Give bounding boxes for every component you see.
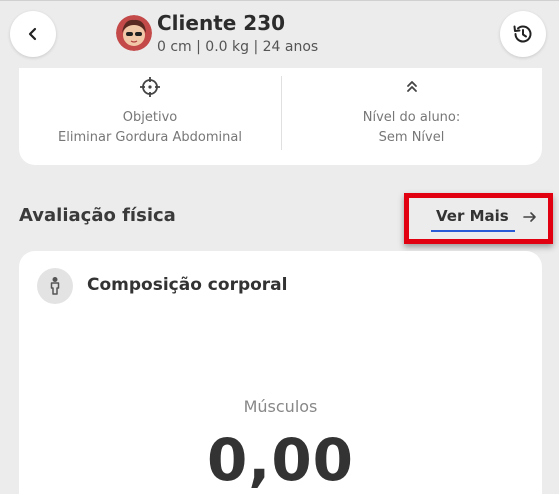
back-button[interactable] bbox=[10, 11, 56, 57]
person-icon bbox=[50, 277, 60, 295]
objective-label: Objetivo bbox=[122, 110, 178, 125]
client-info-card: Objetivo Eliminar Gordura Abdominal Níve… bbox=[19, 68, 542, 165]
objective-info: Objetivo Eliminar Gordura Abdominal bbox=[19, 68, 281, 165]
history-button[interactable] bbox=[500, 11, 546, 57]
composition-title: Composição corporal bbox=[87, 275, 288, 295]
level-value: Sem Nível bbox=[378, 130, 445, 145]
app-header: Cliente 230 0 cm | 0.0 kg | 24 anos bbox=[0, 0, 559, 68]
metric-label: Músculos bbox=[243, 397, 318, 416]
objective-value: Eliminar Gordura Abdominal bbox=[58, 130, 242, 145]
arrow-right-icon[interactable] bbox=[522, 209, 538, 225]
level-label: Nível do aluno: bbox=[362, 110, 461, 125]
level-info: Nível do aluno: Sem Nível bbox=[281, 68, 542, 165]
double-chevron-up-icon bbox=[406, 81, 417, 92]
section-title-evaluation: Avaliação física bbox=[19, 205, 176, 226]
person-icon-badge bbox=[37, 268, 73, 304]
client-stats: 0 cm | 0.0 kg | 24 anos bbox=[157, 39, 319, 55]
body-composition-card[interactable]: Composição corporal Músculos 0,00 bbox=[19, 251, 542, 494]
chevron-left-icon bbox=[28, 27, 37, 41]
avatar bbox=[116, 15, 152, 51]
history-icon bbox=[513, 25, 532, 43]
crosshair-icon bbox=[140, 77, 160, 97]
see-more-link[interactable]: Ver Mais bbox=[436, 207, 509, 225]
see-more-underline bbox=[431, 230, 515, 232]
client-name: Cliente 230 bbox=[157, 11, 286, 35]
metric-value: 0,00 bbox=[206, 426, 355, 494]
